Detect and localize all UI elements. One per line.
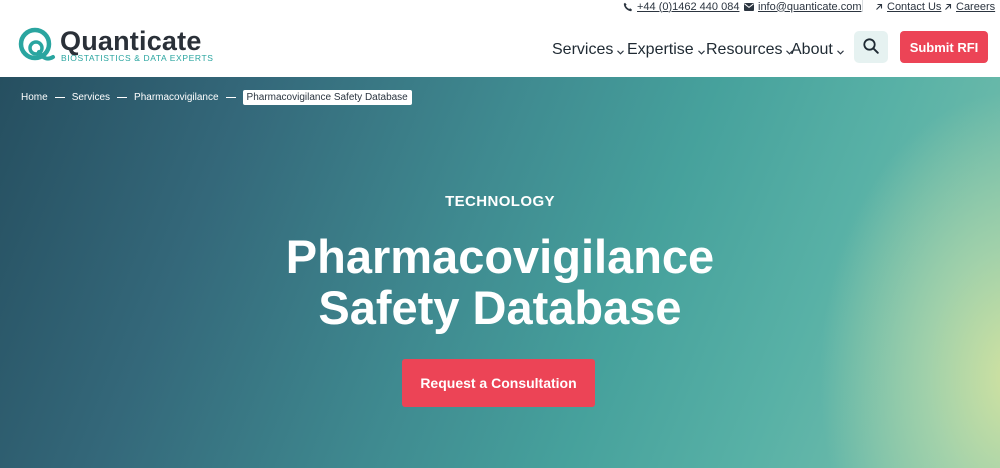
nav-services-label: Services xyxy=(552,40,614,58)
search-icon xyxy=(863,37,879,57)
page-title-line-1: Pharmacovigilance xyxy=(285,230,715,283)
site-header: Quanticate BIOSTATISTICS & DATA EXPERTS … xyxy=(0,14,1000,77)
breadcrumb: Home Services Pharmacovigilance Pharmaco… xyxy=(21,90,412,105)
search-button[interactable] xyxy=(854,31,888,63)
breadcrumb-home[interactable]: Home xyxy=(21,92,48,103)
breadcrumb-separator xyxy=(225,97,236,98)
utility-bar: +44 (0)1462 440 084 info@quanticate.com … xyxy=(0,0,1000,14)
page-title-line-2: Safety Database xyxy=(318,281,682,334)
careers-label: Careers xyxy=(956,0,996,13)
hero-banner: Home Services Pharmacovigilance Pharmaco… xyxy=(0,77,1000,468)
phone-icon xyxy=(623,2,633,12)
external-arrow-icon xyxy=(944,3,952,11)
nav-services[interactable]: Services xyxy=(552,39,625,60)
email-address: info@quanticate.com xyxy=(758,0,862,13)
breadcrumb-current: Pharmacovigilance Safety Database xyxy=(242,90,412,105)
nav-resources-label: Resources xyxy=(706,40,783,58)
envelope-icon xyxy=(744,2,754,11)
breadcrumb-services[interactable]: Services xyxy=(72,92,110,103)
external-arrow-icon xyxy=(875,3,883,11)
page-title: Pharmacovigilance Safety Database xyxy=(0,231,1000,333)
nav-expertise[interactable]: Expertise xyxy=(627,39,705,60)
breadcrumb-separator xyxy=(54,97,65,98)
phone-number: +44 (0)1462 440 084 xyxy=(637,0,740,13)
request-consultation-button[interactable]: Request a Consultation xyxy=(402,359,595,407)
hero-eyebrow: TECHNOLOGY xyxy=(445,193,555,210)
utility-divider xyxy=(862,0,863,12)
nav-about-label: About xyxy=(791,40,833,58)
phone-link[interactable]: +44 (0)1462 440 084 xyxy=(623,0,739,13)
nav-resources[interactable]: Resources xyxy=(706,39,794,60)
breadcrumb-separator xyxy=(117,97,128,98)
nav-expertise-label: Expertise xyxy=(627,40,694,58)
nav-about[interactable]: About xyxy=(791,39,844,60)
submit-rfi-button[interactable]: Submit RFI xyxy=(900,31,988,63)
contact-us-label: Contact Us xyxy=(887,0,942,13)
chevron-down-icon xyxy=(697,42,705,60)
breadcrumb-pharmacovigilance[interactable]: Pharmacovigilance xyxy=(134,92,219,103)
logo-q-icon xyxy=(17,26,57,71)
contact-us-link[interactable]: Contact Us xyxy=(875,0,941,13)
logo-tagline: BIOSTATISTICS & DATA EXPERTS xyxy=(61,53,214,63)
chevron-down-icon xyxy=(617,42,625,60)
email-link[interactable]: info@quanticate.com xyxy=(744,0,862,13)
logo[interactable]: Quanticate BIOSTATISTICS & DATA EXPERTS xyxy=(17,26,217,66)
chevron-down-icon xyxy=(836,42,844,60)
logo-wordmark: Quanticate xyxy=(60,26,202,56)
careers-link[interactable]: Careers xyxy=(944,0,995,13)
